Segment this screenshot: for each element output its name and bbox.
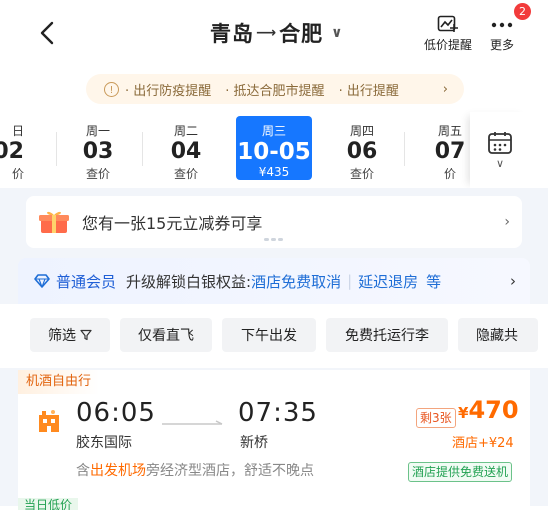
route-title[interactable]: 青岛 ⟶ 合肥 ∨	[210, 18, 343, 48]
divider	[404, 132, 405, 166]
departure-airport: 胶东国际	[76, 435, 132, 451]
date-cell[interactable]: 周四 06 查价	[324, 116, 400, 181]
filter-hide-codeshare[interactable]: 隐藏共	[458, 318, 538, 352]
filter-bar: 筛选 仅看直飞 下午出发 免费托运行李 隐藏共	[0, 304, 548, 368]
date-price: 查价	[349, 167, 374, 181]
chevron-down-icon[interactable]: ∨	[331, 25, 343, 41]
date-price: 价	[11, 167, 24, 181]
chevron-down-icon: ∨	[495, 156, 505, 170]
date-price: 查价	[85, 167, 110, 181]
more-dots-icon	[490, 14, 514, 36]
upgrade-text: 升级解锁白银权益:	[126, 272, 252, 291]
coupon-text: 您有一张15元立减券可享	[82, 214, 263, 233]
calendar-icon	[488, 131, 512, 154]
chevron-right-icon: ›	[442, 81, 448, 97]
date-weekday: 周二	[173, 124, 198, 138]
chart-alert-icon	[436, 14, 460, 36]
filter-direct-only[interactable]: 仅看直飞	[120, 318, 212, 352]
next-card-tag: 当日低价	[18, 498, 79, 510]
desc-prefix: 含	[76, 463, 90, 479]
low-price-alert-label: 低价提醒	[424, 38, 473, 52]
divider: |	[347, 272, 353, 290]
header-bar: 青岛 ⟶ 合肥 ∨ 低价提醒 更多 2	[0, 0, 548, 68]
destination-city: 合肥	[279, 22, 324, 46]
date-price: ¥435	[258, 165, 290, 179]
more-button[interactable]: 更多	[490, 14, 514, 53]
back-arrow-icon[interactable]	[36, 20, 60, 46]
hotel-plus-price: 酒店+¥24	[452, 436, 514, 451]
date-weekday: 周四	[349, 124, 374, 138]
departure-time: 06:05	[76, 398, 156, 428]
notice-item[interactable]: 抵达合肥市提醒	[225, 80, 325, 99]
flight-arrow-line	[162, 420, 223, 425]
info-icon: !	[104, 81, 119, 97]
free-shuttle-badge: 酒店提供免费送机	[408, 462, 513, 482]
chevron-right-icon: ›	[504, 214, 510, 230]
date-cell[interactable]: 周二 04 查价	[148, 116, 224, 181]
date-weekday: 周一	[85, 124, 110, 138]
date-weekday: 周三	[261, 124, 286, 138]
seats-left-badge: 剩3张	[416, 408, 456, 428]
desc-suffix: 旁经济型酒店，舒适不晚点	[146, 463, 314, 479]
flight-card[interactable]: 机酒自由行 06:05 07:35 胶东国际 新桥 剩3张 ¥470 酒店+¥2…	[18, 370, 530, 506]
diamond-icon	[34, 274, 50, 288]
date-day: 04	[170, 139, 202, 164]
arrival-time: 07:35	[238, 398, 318, 428]
price-value: 470	[468, 396, 519, 424]
date-day: 02	[0, 139, 24, 164]
package-description: 含出发机场旁经济型酒店，舒适不晚点	[76, 460, 314, 480]
date-price: 查价	[173, 167, 198, 181]
date-cell[interactable]: 日 02 价	[0, 116, 24, 181]
route-arrow-icon: ⟶	[256, 25, 278, 41]
travel-notice-bar[interactable]: ! 出行防疫提醒 抵达合肥市提醒 出行提醒 ›	[86, 74, 464, 104]
notice-item[interactable]: 出行防疫提醒	[125, 80, 211, 99]
chevron-right-icon: ›	[510, 272, 516, 290]
hotel-icon	[39, 410, 59, 432]
calendar-button[interactable]: ∨	[470, 112, 530, 188]
desc-highlight: 出发机场	[90, 463, 146, 479]
price: ¥470	[458, 396, 519, 424]
date-weekday: 日	[11, 124, 24, 138]
gift-coupon-icon	[39, 211, 69, 233]
arrival-airport: 新桥	[240, 435, 268, 451]
funnel-icon	[80, 329, 92, 341]
filter-afternoon-departure[interactable]: 下午出发	[222, 318, 316, 352]
carousel-indicator	[264, 238, 284, 242]
benefit-free-cancel: 酒店免费取消	[251, 272, 342, 291]
date-cell-selected[interactable]: 周三 10-05 ¥435	[236, 116, 312, 180]
origin-city: 青岛	[210, 22, 254, 46]
divider	[142, 132, 143, 166]
date-day: 03	[82, 139, 114, 164]
divider	[56, 132, 57, 166]
low-price-alert-button[interactable]: 低价提醒	[424, 14, 472, 53]
date-selector: 日 02 价 周一 03 查价 周二 04 查价 周三 10-05 ¥435 周…	[0, 112, 548, 188]
notice-item[interactable]: 出行提醒	[339, 80, 399, 99]
filter-free-baggage[interactable]: 免费托运行李	[326, 318, 448, 352]
member-level: 普通会员	[56, 272, 117, 291]
date-day: 06	[346, 139, 378, 164]
filter-label: 筛选	[48, 328, 76, 344]
package-tag: 机酒自由行	[18, 370, 100, 394]
notification-badge: 2	[514, 3, 531, 20]
more-label: 更多	[490, 38, 515, 52]
filter-button[interactable]: 筛选	[30, 318, 110, 352]
benefit-more: 等	[426, 272, 442, 291]
date-cell[interactable]: 周一 03 查价	[60, 116, 136, 181]
price-currency: ¥	[458, 404, 469, 422]
benefit-late-checkout: 延迟退房	[358, 272, 419, 291]
date-day: 10-05	[237, 139, 311, 165]
membership-banner[interactable]: 普通会员 升级解锁白银权益: 酒店免费取消 | 延迟退房 等 ›	[18, 258, 530, 304]
